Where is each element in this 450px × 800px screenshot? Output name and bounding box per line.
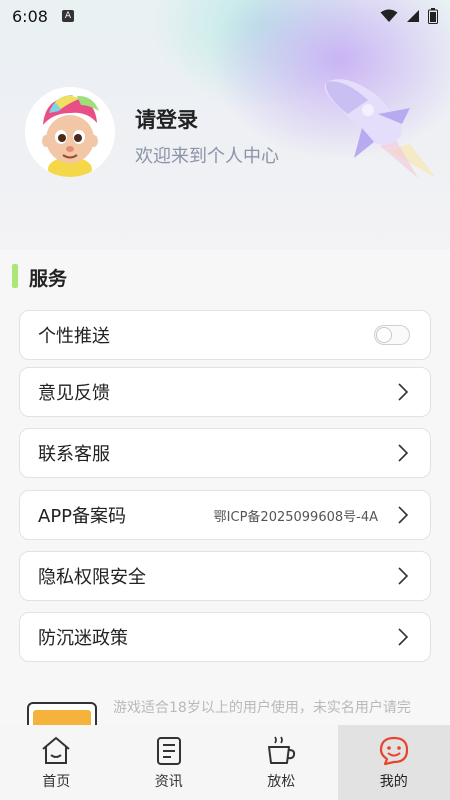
service-item-privacy[interactable]: 隐私权限安全 bbox=[19, 551, 431, 601]
tab-home[interactable]: 首页 bbox=[0, 725, 113, 800]
avatar[interactable] bbox=[25, 87, 115, 177]
service-item-feedback[interactable]: 意见反馈 bbox=[19, 367, 431, 417]
service-item-label: APP备案码 bbox=[38, 506, 127, 527]
chevron-right-icon bbox=[398, 628, 409, 646]
coffee-cup-icon bbox=[268, 736, 296, 764]
wifi-icon bbox=[380, 9, 398, 22]
tab-label: 首页 bbox=[42, 774, 71, 790]
tab-label: 放松 bbox=[267, 774, 296, 790]
service-item-push[interactable]: 个性推送 bbox=[19, 310, 431, 360]
tab-mine[interactable]: 我的 bbox=[337, 725, 450, 800]
welcome-subtitle: 欢迎来到个人中心 bbox=[135, 146, 279, 167]
news-icon bbox=[156, 737, 181, 765]
status-time: 6:08 bbox=[12, 6, 48, 26]
signal-icon bbox=[407, 10, 419, 22]
smile-chat-icon bbox=[379, 736, 408, 766]
chevron-right-icon bbox=[398, 383, 409, 401]
chevron-right-icon bbox=[398, 444, 409, 462]
tab-news[interactable]: 资讯 bbox=[113, 725, 226, 800]
services-section-title: 服务 bbox=[29, 268, 68, 290]
service-item-app-filing[interactable]: APP备案码 鄂ICP备2025099608号-4A bbox=[19, 490, 431, 540]
service-item-customer-service[interactable]: 联系客服 bbox=[19, 428, 431, 478]
service-item-label: 隐私权限安全 bbox=[38, 567, 146, 588]
section-accent-bar bbox=[12, 264, 18, 288]
home-icon bbox=[42, 737, 70, 764]
service-item-label: 意见反馈 bbox=[38, 383, 110, 404]
login-prompt-title[interactable]: 请登录 bbox=[135, 104, 198, 134]
push-toggle[interactable] bbox=[374, 325, 410, 345]
service-item-label: 个性推送 bbox=[38, 326, 110, 347]
service-item-label: 联系客服 bbox=[38, 444, 110, 465]
tab-label: 资讯 bbox=[154, 774, 183, 790]
tab-relax[interactable]: 放松 bbox=[225, 725, 338, 800]
bottom-tab-bar: 首页 资讯 放松 我的 bbox=[0, 725, 450, 800]
rocket-icon bbox=[324, 79, 436, 178]
status-bar: 6:08 A bbox=[0, 0, 450, 32]
notification-a-icon: A bbox=[61, 10, 74, 22]
cartoon-avatar-icon bbox=[25, 87, 115, 177]
age-notice-text: 游戏适合18岁以上的用户使用，未实名用户请完 bbox=[113, 700, 411, 716]
service-item-anti-addiction[interactable]: 防沉迷政策 bbox=[19, 612, 431, 662]
app-filing-number: 鄂ICP备2025099608号-4A bbox=[213, 509, 378, 525]
toggle-knob bbox=[376, 327, 392, 343]
service-item-label: 防沉迷政策 bbox=[38, 628, 128, 649]
battery-icon bbox=[428, 8, 438, 24]
chevron-right-icon bbox=[398, 567, 409, 585]
tab-label: 我的 bbox=[379, 774, 408, 790]
chevron-right-icon bbox=[398, 506, 409, 524]
